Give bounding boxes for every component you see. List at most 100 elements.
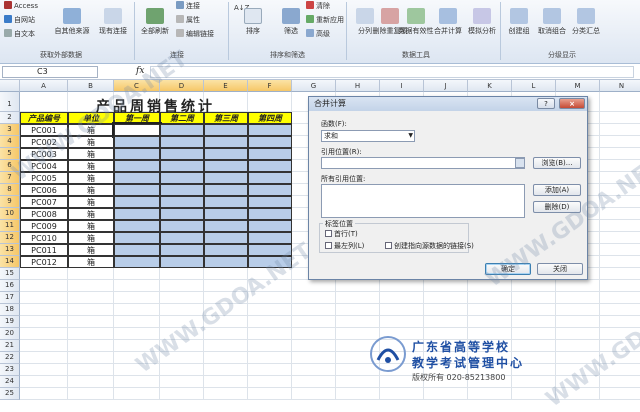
column-header-h[interactable]: H [336, 80, 380, 92]
row-header-9[interactable]: 9 [0, 196, 20, 208]
empty-cell[interactable] [556, 304, 600, 316]
empty-cell[interactable] [600, 340, 640, 352]
table-header-cell[interactable]: 产品编号 [20, 112, 68, 124]
empty-cell[interactable] [20, 376, 68, 388]
reference-input[interactable] [321, 157, 525, 169]
unit-cell[interactable]: 箱 [68, 208, 114, 220]
empty-cell[interactable] [68, 280, 114, 292]
empty-cell[interactable] [424, 388, 468, 400]
empty-cell[interactable] [556, 388, 600, 400]
empty-cell[interactable] [114, 376, 160, 388]
empty-cell[interactable] [114, 388, 160, 400]
empty-cell[interactable] [248, 376, 292, 388]
empty-cell[interactable] [20, 316, 68, 328]
empty-cell[interactable] [160, 328, 204, 340]
week-value-cell[interactable] [248, 124, 292, 136]
empty-cell[interactable] [556, 292, 600, 304]
empty-cell[interactable] [336, 388, 380, 400]
empty-cell[interactable] [556, 328, 600, 340]
week-value-cell[interactable] [204, 136, 248, 148]
empty-cell[interactable] [600, 280, 640, 292]
empty-cell[interactable] [336, 376, 380, 388]
empty-cell[interactable] [512, 316, 556, 328]
week-value-cell[interactable] [248, 172, 292, 184]
product-id-cell[interactable]: PC001 [20, 124, 68, 136]
week-value-cell[interactable] [160, 124, 204, 136]
empty-cell[interactable] [248, 328, 292, 340]
empty-cell[interactable] [248, 340, 292, 352]
unit-cell[interactable]: 箱 [68, 220, 114, 232]
week-value-cell[interactable] [160, 208, 204, 220]
empty-cell[interactable] [68, 328, 114, 340]
empty-cell[interactable] [204, 292, 248, 304]
week-value-cell[interactable] [114, 172, 160, 184]
from-access-button[interactable]: Access [4, 1, 38, 10]
empty-cell[interactable] [600, 136, 640, 148]
sheet-title[interactable]: 产品周销售统计 [96, 96, 215, 116]
week-value-cell[interactable] [204, 232, 248, 244]
week-value-cell[interactable] [160, 232, 204, 244]
empty-cell[interactable] [468, 304, 512, 316]
row-header-7[interactable]: 7 [0, 172, 20, 184]
week-value-cell[interactable] [114, 256, 160, 268]
add-button[interactable]: 添加(A) [533, 184, 581, 196]
row-header-1[interactable]: 1 [0, 92, 20, 112]
empty-cell[interactable] [68, 268, 114, 280]
empty-cell[interactable] [160, 292, 204, 304]
empty-cell[interactable] [20, 292, 68, 304]
empty-cell[interactable] [600, 376, 640, 388]
unit-cell[interactable]: 箱 [68, 244, 114, 256]
clear-button[interactable]: 清除 [306, 1, 330, 11]
unit-cell[interactable]: 箱 [68, 172, 114, 184]
empty-cell[interactable] [380, 292, 424, 304]
column-header-i[interactable]: I [380, 80, 424, 92]
week-value-cell[interactable] [114, 184, 160, 196]
week-value-cell[interactable] [114, 232, 160, 244]
empty-cell[interactable] [114, 304, 160, 316]
dialog-close-button[interactable]: × [559, 98, 585, 109]
empty-cell[interactable] [556, 376, 600, 388]
week-value-cell[interactable] [114, 208, 160, 220]
empty-cell[interactable] [204, 280, 248, 292]
week-value-cell[interactable] [248, 136, 292, 148]
week-value-cell[interactable] [204, 160, 248, 172]
week-value-cell[interactable] [248, 220, 292, 232]
column-header-a[interactable]: A [20, 80, 68, 92]
week-value-cell[interactable] [204, 244, 248, 256]
column-header-n[interactable]: N [600, 80, 640, 92]
empty-cell[interactable] [600, 388, 640, 400]
week-value-cell[interactable] [204, 148, 248, 160]
empty-cell[interactable] [600, 172, 640, 184]
empty-cell[interactable] [114, 328, 160, 340]
product-id-cell[interactable]: PC011 [20, 244, 68, 256]
empty-cell[interactable] [114, 352, 160, 364]
row-header-3[interactable]: 3 [0, 124, 20, 136]
empty-cell[interactable] [160, 388, 204, 400]
column-header-d[interactable]: D [160, 80, 204, 92]
row-header-12[interactable]: 12 [0, 232, 20, 244]
week-value-cell[interactable] [248, 208, 292, 220]
row-header-2[interactable]: 2 [0, 112, 20, 124]
advanced-button[interactable]: 高级 [306, 29, 330, 39]
row-header-21[interactable]: 21 [0, 340, 20, 352]
row-header-20[interactable]: 20 [0, 328, 20, 340]
left-column-checkbox[interactable]: 最左列(L) [325, 241, 364, 251]
empty-cell[interactable] [424, 316, 468, 328]
row-header-6[interactable]: 6 [0, 160, 20, 172]
empty-cell[interactable] [248, 316, 292, 328]
empty-cell[interactable] [512, 328, 556, 340]
connections-button[interactable]: 连接 [176, 1, 200, 11]
table-header-cell[interactable]: 第四周 [248, 112, 292, 124]
chevron-down-icon[interactable]: ▼ [408, 131, 413, 141]
empty-cell[interactable] [600, 148, 640, 160]
empty-cell[interactable] [468, 280, 512, 292]
empty-cell[interactable] [204, 352, 248, 364]
filter-button[interactable]: 筛选 [274, 8, 308, 36]
empty-cell[interactable] [248, 364, 292, 376]
empty-cell[interactable] [424, 292, 468, 304]
row-header-22[interactable]: 22 [0, 352, 20, 364]
function-select[interactable]: 求和 ▼ [321, 130, 415, 142]
week-value-cell[interactable] [204, 220, 248, 232]
empty-cell[interactable] [512, 376, 556, 388]
empty-cell[interactable] [68, 316, 114, 328]
